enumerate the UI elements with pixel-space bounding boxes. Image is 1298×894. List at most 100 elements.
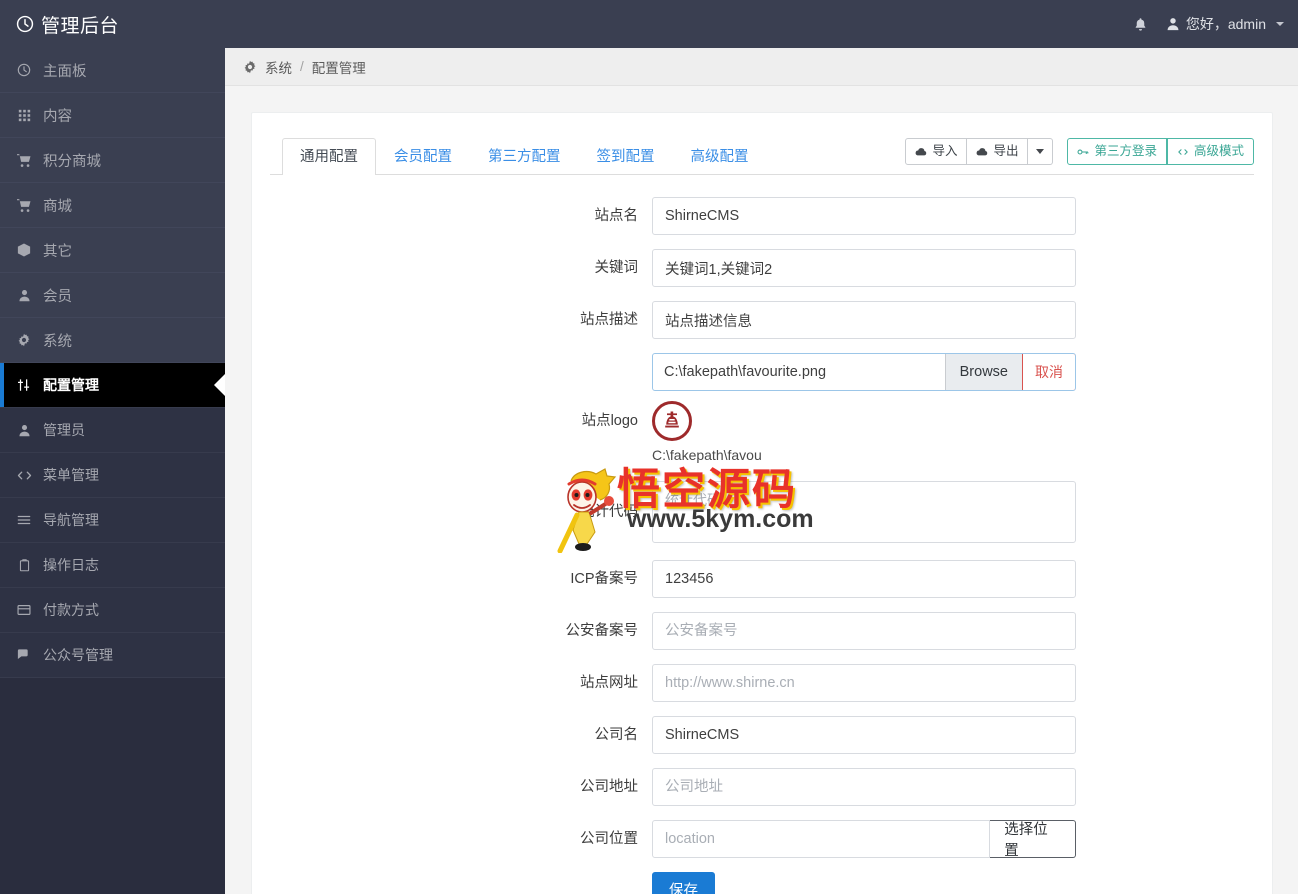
- location-input-group: 选择位置: [652, 820, 1076, 859]
- file-input-group[interactable]: C:\fakepath\favourite.png Browse 取消: [652, 353, 1076, 391]
- sidebar-item-label: 菜单管理: [43, 467, 99, 483]
- site-logo-filename: C:\fakepath\favou: [652, 447, 762, 463]
- sidebar-item-system[interactable]: 系统: [0, 318, 225, 363]
- field-label: 站点描述: [580, 312, 638, 328]
- sidebar-item-content[interactable]: 内容: [0, 93, 225, 138]
- bell-icon[interactable]: [1133, 17, 1148, 32]
- sidebar-item-config-management[interactable]: 配置管理: [0, 363, 225, 408]
- field-company-location: 公司位置 选择位置: [252, 820, 1272, 859]
- cart-icon: [14, 153, 34, 168]
- third-party-login-button[interactable]: 第三方登录: [1067, 138, 1167, 165]
- config-form: 站点名 关键词 站点描述: [252, 175, 1272, 894]
- keywords-input[interactable]: [652, 249, 1076, 287]
- advanced-mode-button[interactable]: 高级模式: [1166, 138, 1254, 165]
- sidebar-item-payment-method[interactable]: 付款方式: [0, 588, 225, 633]
- main-content: 系统 / 配置管理 通用配置 会员配置 第三方配置 签到配置 高级配置 导入 导…: [225, 48, 1298, 894]
- sidebar-item-label: 其它: [43, 243, 72, 260]
- file-path-text: C:\fakepath\favourite.png: [664, 364, 827, 380]
- site-logo-preview: [652, 401, 692, 441]
- sidebar-item-label: 主面板: [43, 63, 87, 80]
- tab-member-config[interactable]: 会员配置: [376, 138, 470, 175]
- site-name-input[interactable]: [652, 197, 1076, 235]
- sidebar-item-label: 公众号管理: [43, 647, 113, 663]
- export-button[interactable]: 导出: [967, 138, 1029, 165]
- sidebar-item-label: 商城: [43, 198, 72, 215]
- field-keywords: 关键词: [252, 249, 1272, 287]
- caret-down-icon: [1036, 149, 1045, 154]
- top-bar-right: 您好，admin: [1133, 0, 1284, 48]
- export-label: 导出: [993, 144, 1019, 159]
- tab-general-config[interactable]: 通用配置: [282, 137, 376, 175]
- breadcrumb-separator: /: [300, 59, 304, 74]
- field-logo-file: C:\fakepath\favourite.png Browse 取消: [252, 353, 1272, 391]
- tab-signin-config[interactable]: 签到配置: [579, 138, 673, 175]
- clipboard-icon: [14, 558, 34, 572]
- field-label: 公安备案号: [565, 623, 639, 639]
- user-icon: [1166, 17, 1180, 31]
- sidebar-item-points-mall[interactable]: 积分商城: [0, 138, 225, 183]
- config-card: 通用配置 会员配置 第三方配置 签到配置 高级配置 导入 导出 第三方登录 高级…: [251, 112, 1273, 894]
- sidebar-item-label: 付款方式: [43, 602, 99, 618]
- tab-advanced-config[interactable]: 高级配置: [673, 138, 767, 175]
- user-icon: [14, 289, 34, 302]
- field-site-logo: 站点logo C:\fakepath\favou: [252, 399, 1272, 463]
- browse-button[interactable]: Browse: [944, 354, 1022, 390]
- sidebar-item-label: 操作日志: [43, 557, 99, 573]
- sidebar-item-label: 会员: [43, 288, 72, 305]
- field-stat-code: 统计代码: [252, 481, 1272, 546]
- cloud-download-icon: [976, 146, 988, 158]
- cart-icon: [14, 198, 34, 213]
- code-icon: [14, 468, 34, 483]
- sidebar-item-official-account[interactable]: 公众号管理: [0, 633, 225, 678]
- field-site-name: 站点名: [252, 197, 1272, 235]
- sidebar-item-operation-log[interactable]: 操作日志: [0, 543, 225, 588]
- import-button[interactable]: 导入: [905, 138, 968, 165]
- field-company-address: 公司地址: [252, 768, 1272, 806]
- field-police-record: 公安备案号: [252, 612, 1272, 650]
- sidebar-item-member[interactable]: 会员: [0, 273, 225, 318]
- save-button[interactable]: 保存: [652, 872, 715, 894]
- site-description-input[interactable]: [652, 301, 1076, 339]
- field-label: 公司地址: [580, 779, 638, 795]
- import-export-dropdown-button[interactable]: [1028, 138, 1054, 165]
- sidebar-item-label: 系统: [43, 333, 72, 350]
- icp-input[interactable]: [652, 560, 1076, 598]
- dashboard-icon: [14, 63, 34, 77]
- user-menu[interactable]: 您好，admin: [1166, 14, 1284, 34]
- police-record-input[interactable]: [652, 612, 1076, 650]
- tab-third-party-config[interactable]: 第三方配置: [470, 138, 579, 175]
- field-label: 统计代码: [580, 504, 638, 520]
- company-name-input[interactable]: [652, 716, 1076, 754]
- field-company-name: 公司名: [252, 716, 1272, 754]
- code-icon: [1177, 146, 1189, 158]
- gear-icon: [14, 333, 34, 347]
- import-label: 导入: [932, 144, 958, 159]
- cancel-file-button[interactable]: 取消: [1022, 354, 1075, 390]
- import-export-group: 导入 导出: [905, 138, 1054, 165]
- advanced-mode-label: 高级模式: [1193, 144, 1244, 159]
- list-icon: [14, 513, 34, 527]
- field-site-description: 站点描述: [252, 301, 1272, 339]
- pick-location-button[interactable]: 选择位置: [990, 820, 1076, 859]
- site-url-input[interactable]: [652, 664, 1076, 702]
- field-icp: ICP备案号: [252, 560, 1272, 598]
- sidebar-item-mall[interactable]: 商城: [0, 183, 225, 228]
- sidebar-item-admin[interactable]: 管理员: [0, 408, 225, 453]
- chat-icon: [14, 648, 34, 662]
- company-address-input[interactable]: [652, 768, 1076, 806]
- grid-icon: [14, 109, 34, 122]
- breadcrumb-root[interactable]: 系统: [265, 57, 292, 77]
- sidebar-item-menu-management[interactable]: 菜单管理: [0, 453, 225, 498]
- field-label: 站点网址: [580, 675, 638, 691]
- field-label: 站点logo: [581, 413, 638, 429]
- company-location-input[interactable]: [652, 820, 991, 858]
- stat-code-textarea[interactable]: [652, 481, 1076, 543]
- sidebar-item-other[interactable]: 其它: [0, 228, 225, 273]
- sidebar-item-label: 配置管理: [43, 377, 99, 393]
- brand[interactable]: 管理后台: [16, 0, 119, 48]
- chevron-down-icon: [1276, 22, 1284, 26]
- sidebar-item-nav-management[interactable]: 导航管理: [0, 498, 225, 543]
- sidebar-item-dashboard[interactable]: 主面板: [0, 48, 225, 93]
- field-label: ICP备案号: [570, 571, 638, 587]
- cloud-upload-icon: [915, 146, 927, 158]
